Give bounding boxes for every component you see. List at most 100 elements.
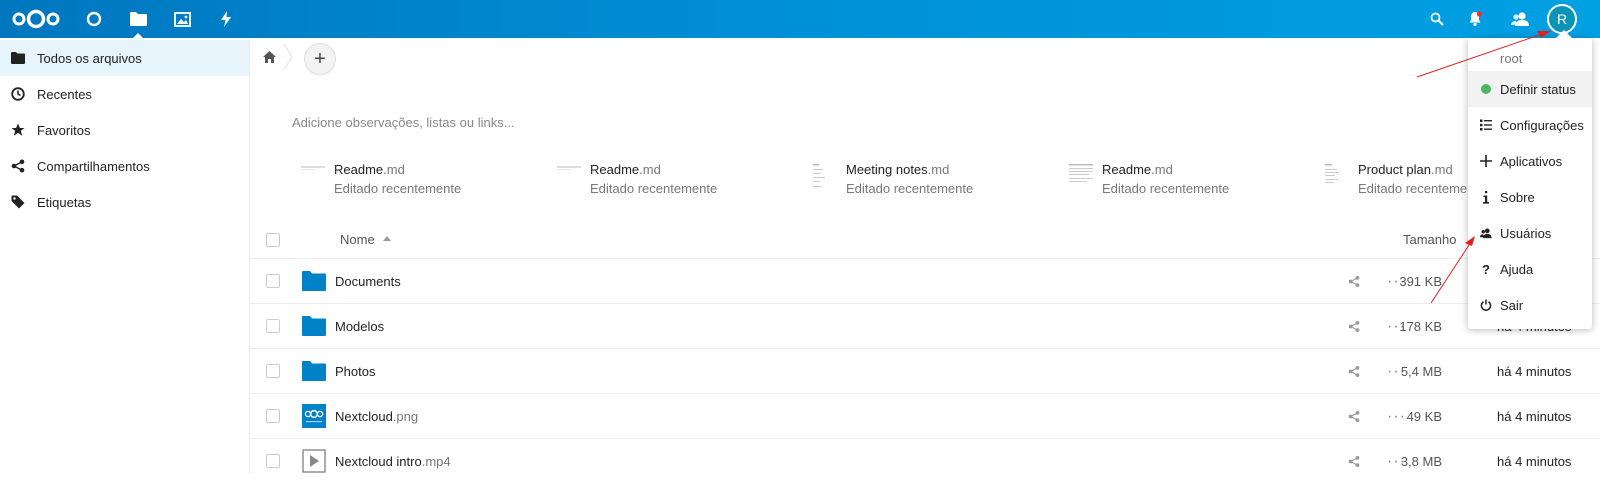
recent-file-subtitle: Editado recentemente (1102, 181, 1230, 196)
search-icon[interactable] (1427, 0, 1447, 38)
file-name[interactable]: Photos (335, 364, 375, 379)
file-name[interactable]: Nextcloud intro.mp4 (335, 454, 451, 469)
row-checkbox[interactable] (266, 409, 280, 423)
video-icon (302, 449, 326, 473)
file-name[interactable]: Nextcloud.png (335, 409, 418, 424)
table-row[interactable]: Documents ··· 391 KB (250, 258, 1600, 304)
breadcrumb-separator (283, 43, 293, 73)
plus-icon (1480, 154, 1492, 168)
menu-item-label: Definir status (1500, 81, 1576, 97)
file-size: 49 KB (1406, 409, 1442, 424)
file-size: 5,4 MB (1400, 364, 1442, 379)
row-checkbox[interactable] (266, 274, 280, 288)
share-icon[interactable] (1348, 275, 1360, 288)
sidebar-item-favorites[interactable]: Favoritos (0, 112, 249, 148)
contacts-icon[interactable] (1509, 0, 1531, 38)
table-row[interactable]: Nextcloud.png ··· 49 KB há 4 minutos (250, 393, 1600, 439)
menu-item-label: Sobre (1500, 189, 1535, 205)
column-header-name[interactable]: Nome (340, 232, 375, 247)
share-icon[interactable] (1348, 410, 1360, 423)
nextcloud-logo[interactable] (10, 0, 62, 38)
menu-item-users[interactable]: Usuários (1468, 215, 1592, 251)
sidebar-item-label: Compartilhamentos (37, 158, 150, 174)
menu-item-logout[interactable]: Sair (1468, 287, 1592, 323)
recent-file-name: Product plan.md (1358, 162, 1453, 177)
file-size: 3,8 MB (1400, 454, 1442, 469)
row-checkbox[interactable] (266, 454, 280, 468)
row-checkbox[interactable] (266, 364, 280, 378)
sidebar-item-recent[interactable]: Recentes (0, 76, 249, 112)
more-actions-icon[interactable]: ··· (1387, 408, 1406, 426)
status-dot-icon (1480, 82, 1492, 96)
menu-item-settings[interactable]: Configurações (1468, 107, 1592, 143)
sidebar-item-label: Favoritos (37, 122, 91, 138)
settings-list-icon (1480, 118, 1492, 132)
image-thumbnail-icon (302, 404, 326, 428)
share-icon[interactable] (1348, 455, 1360, 468)
add-new-button[interactable]: + (304, 43, 336, 75)
recent-file-card[interactable]: Readme.md Editado recentemente (301, 160, 541, 200)
sidebar-item-label: Todos os arquivos (37, 50, 142, 66)
recent-file-subtitle: Editado recentemente (334, 181, 462, 196)
menu-item-apps[interactable]: Aplicativos (1468, 143, 1592, 179)
recent-file-name: Meeting notes.md (846, 162, 950, 177)
row-checkbox[interactable] (266, 319, 280, 333)
file-name[interactable]: Documents (335, 274, 401, 289)
recent-file-card[interactable]: Meeting notes.md Editado recentemente (813, 160, 1053, 200)
menu-item-about[interactable]: Sobre (1468, 179, 1592, 215)
sort-ascending-icon (383, 236, 391, 241)
sidebar: Todos os arquivos Recentes Favoritos Com… (0, 38, 250, 473)
power-icon (1480, 298, 1492, 312)
clock-icon (11, 87, 25, 101)
file-size: 178 KB (1399, 319, 1442, 334)
menu-item-help[interactable]: ? Ajuda (1468, 251, 1592, 287)
recent-file-subtitle: Editado recentemente (846, 181, 974, 196)
help-icon: ? (1482, 261, 1490, 277)
top-header: R (0, 0, 1600, 38)
table-row[interactable]: Modelos ··· 178 KB há 4 minutos (250, 303, 1600, 349)
menu-item-label: Configurações (1500, 117, 1584, 133)
star-icon (11, 123, 25, 137)
menu-item-label: Usuários (1500, 225, 1552, 241)
sidebar-item-tags[interactable]: Etiquetas (0, 184, 249, 220)
share-icon[interactable] (1348, 365, 1360, 378)
recent-file-card[interactable]: Readme.md Editado recentemente (1069, 160, 1309, 200)
menu-item-set-status[interactable]: Definir status (1468, 71, 1592, 107)
folder-icon (302, 316, 326, 336)
files-icon[interactable] (126, 0, 150, 38)
document-thumbnail (1325, 164, 1339, 183)
dashboard-icon[interactable] (82, 0, 106, 38)
sidebar-item-all-files[interactable]: Todos os arquivos (0, 40, 249, 76)
file-modified: há 4 minutos (1497, 409, 1572, 424)
users-icon (1480, 226, 1492, 240)
recent-file-subtitle: Editado recentemente (590, 181, 718, 196)
activity-icon[interactable] (214, 0, 238, 38)
recent-file-card[interactable]: Readme.md Editado recentemente (557, 160, 797, 200)
user-menu: root Definir status Configurações Aplica… (1468, 30, 1592, 329)
recent-file-name: Readme.md (334, 162, 405, 177)
column-header-size[interactable]: Tamanho (1403, 232, 1456, 247)
home-icon[interactable] (263, 51, 276, 66)
share-icon[interactable] (1348, 320, 1360, 333)
recent-file-subtitle: Editado recentemente (1358, 181, 1486, 196)
recent-file-name: Readme.md (1102, 162, 1173, 177)
folder-icon (302, 361, 326, 381)
menu-item-label: Aplicativos (1500, 153, 1563, 169)
select-all-checkbox[interactable] (266, 233, 280, 247)
folder-icon (302, 271, 326, 291)
table-row[interactable]: Photos ··· 5,4 MB há 4 minutos (250, 348, 1600, 394)
info-icon (1480, 190, 1492, 204)
photos-icon[interactable] (170, 0, 194, 38)
sidebar-item-shares[interactable]: Compartilhamentos (0, 148, 249, 184)
menu-item-label: Sair (1500, 297, 1524, 313)
document-thumbnail (1069, 164, 1093, 182)
tag-icon (11, 195, 25, 209)
notes-input[interactable]: Adicione observações, listas ou links... (292, 115, 515, 130)
notifications-icon[interactable] (1465, 0, 1485, 38)
document-thumbnail (557, 166, 581, 170)
table-row[interactable]: Nextcloud intro.mp4 ··· 3,8 MB há 4 minu… (250, 438, 1600, 484)
file-name[interactable]: Modelos (335, 319, 384, 334)
menu-username: root (1500, 51, 1523, 66)
file-modified: há 4 minutos (1497, 364, 1572, 379)
document-thumbnail (301, 166, 325, 170)
